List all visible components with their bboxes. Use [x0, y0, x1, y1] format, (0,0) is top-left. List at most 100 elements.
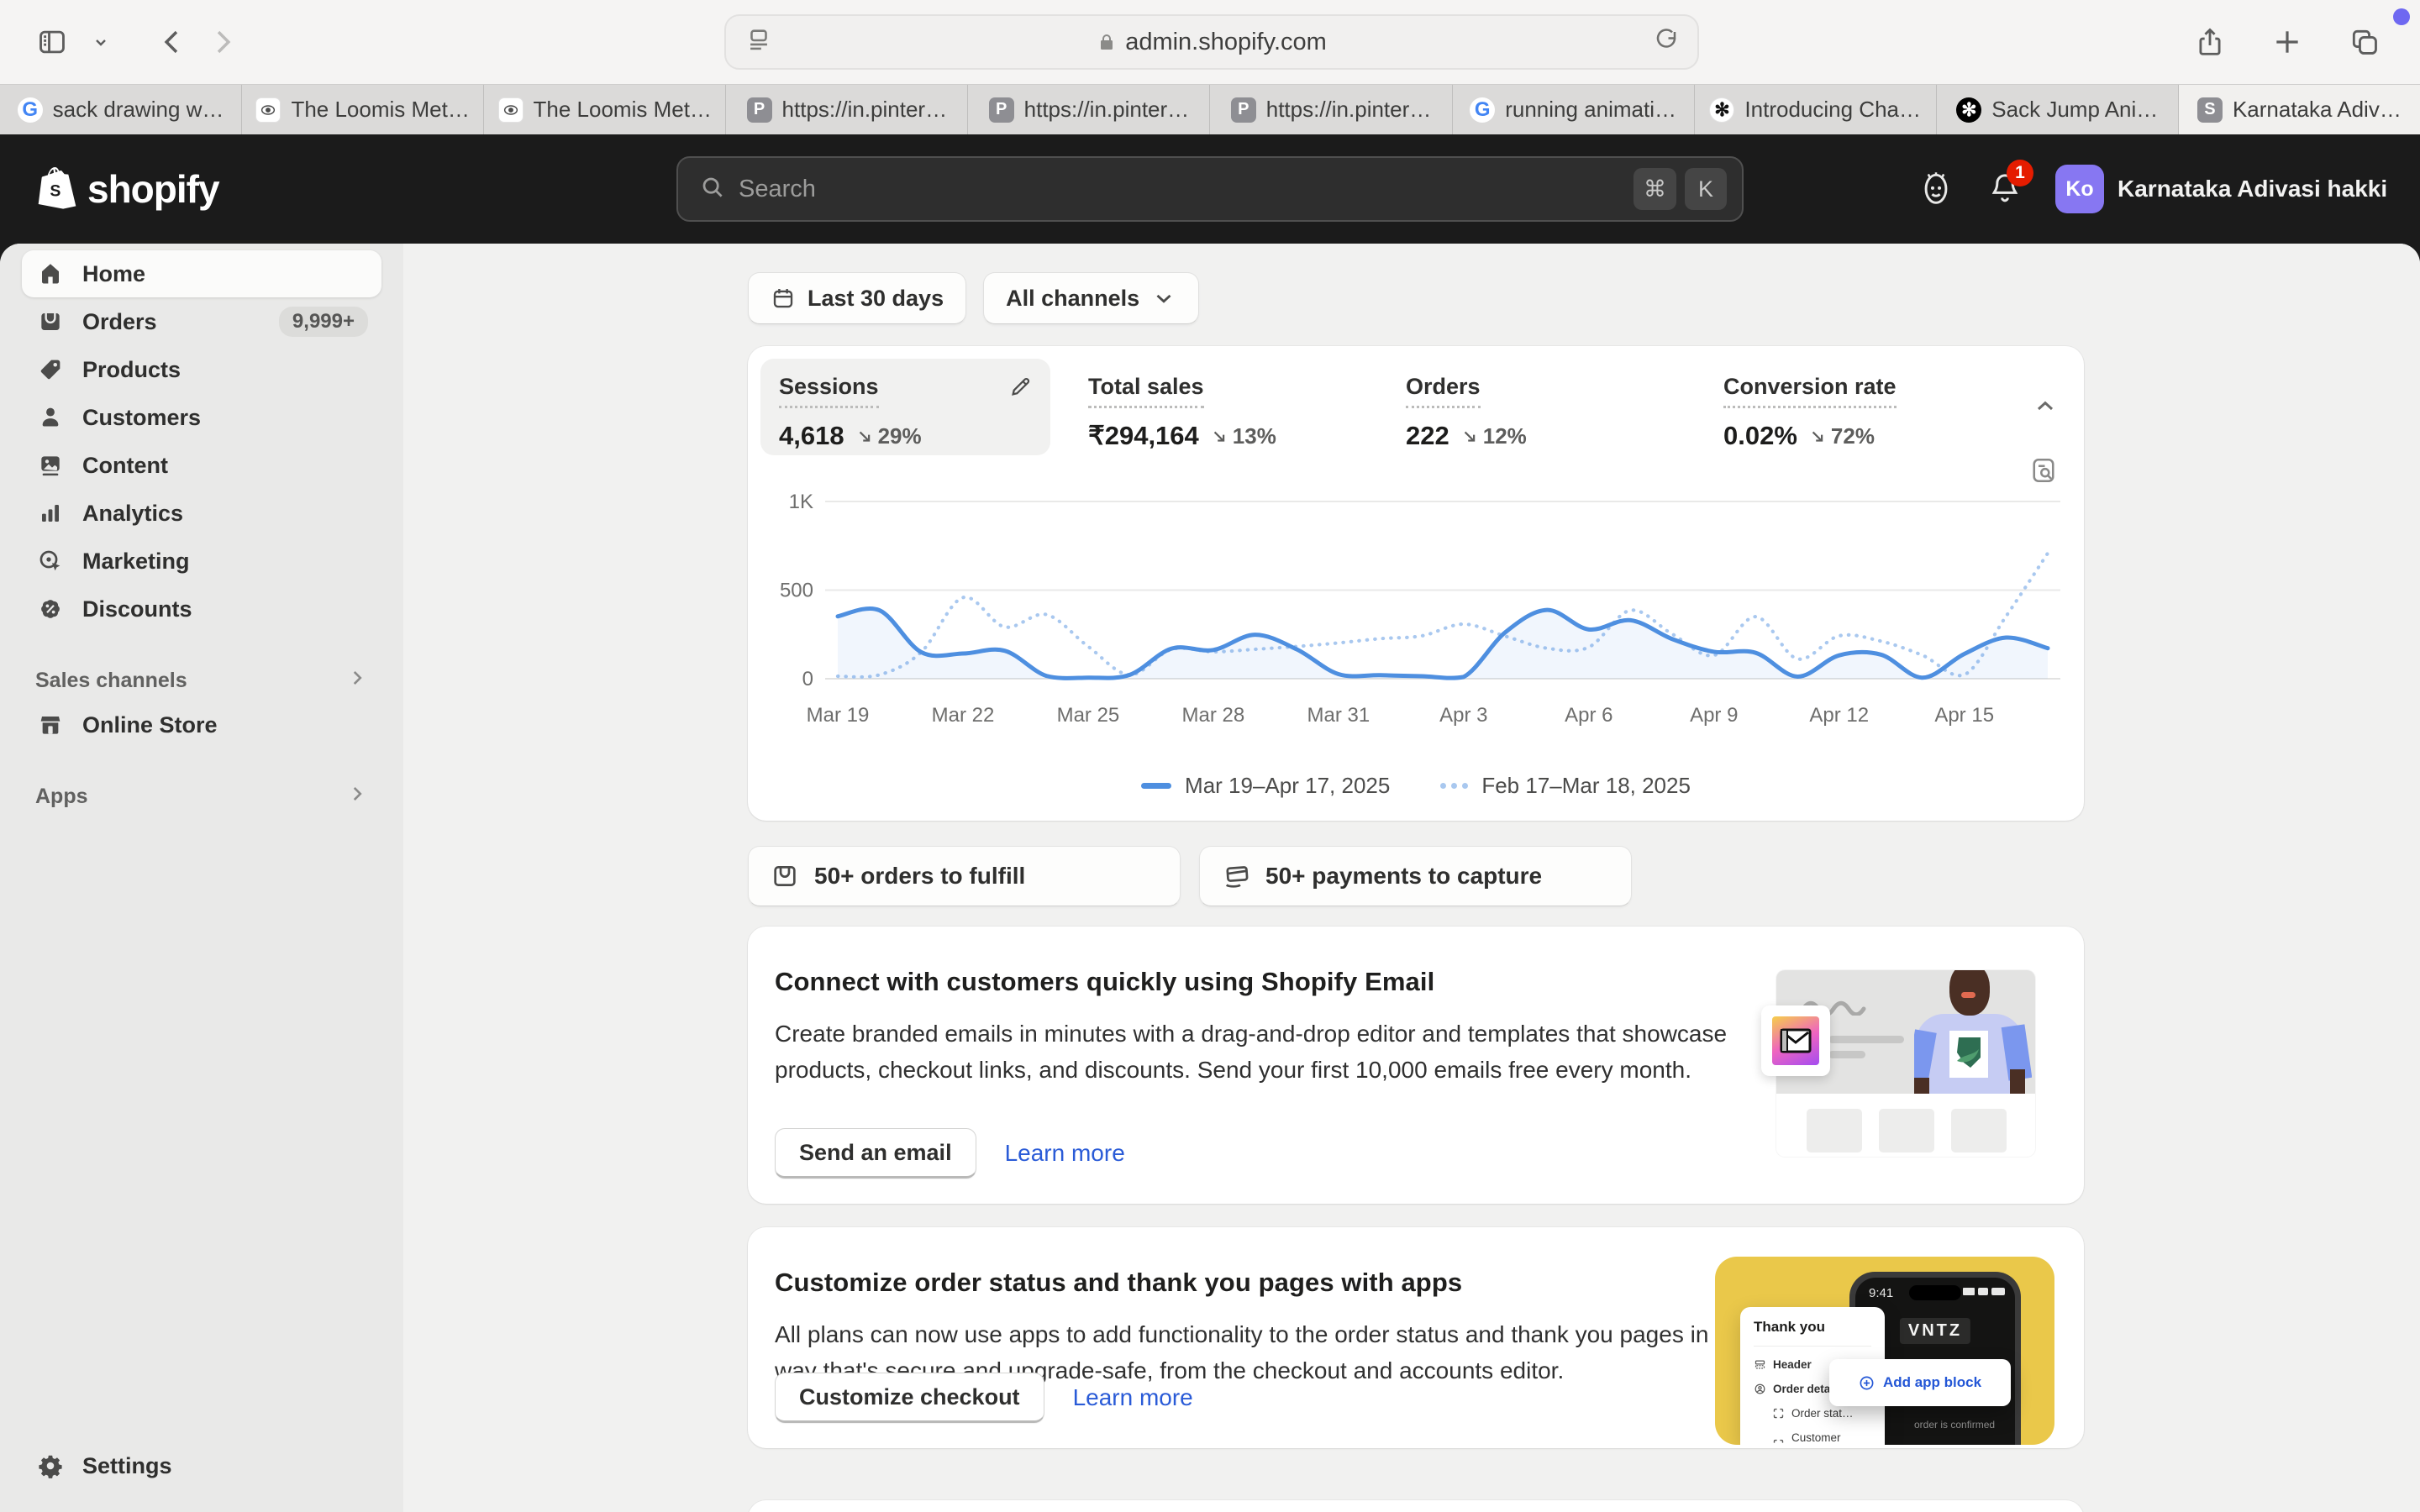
sidebar-item-customers[interactable]: Customers — [22, 394, 381, 441]
tab-pinterest-3[interactable]: Phttps://in.pinter… — [1210, 85, 1452, 134]
sessions-line-chart[interactable]: 05001KMar 19Mar 22Mar 25Mar 28Mar 31Apr … — [765, 485, 2067, 737]
sidebar-item-online-store[interactable]: Online Store — [22, 701, 381, 748]
main-content: Last 30 days All channels Sessions — [403, 244, 2420, 1512]
tag-icon — [35, 354, 66, 385]
k-keycap: K — [1685, 168, 1727, 210]
sidebar-nav: Home Orders 9,999+ Products Customers Co… — [0, 244, 403, 1512]
tab-sack-drawing[interactable]: Gsack drawing w… — [0, 85, 242, 134]
openai-icon: ✻ — [1709, 97, 1734, 123]
sidebar-section-sales-channels[interactable]: Sales channels — [22, 667, 381, 695]
trend-down-icon — [856, 427, 875, 445]
sidebar-item-marketing[interactable]: Marketing — [22, 538, 381, 585]
back-button[interactable] — [155, 24, 192, 60]
legend-previous-period: Feb 17–Mar 18, 2025 — [1440, 773, 1691, 799]
edit-metrics-icon[interactable] — [1008, 374, 1034, 403]
phone-brand-logo: VNTZ — [1900, 1318, 1970, 1344]
chevron-right-icon — [346, 667, 368, 695]
tab-overview-icon[interactable] — [2346, 24, 2383, 60]
shopify-topbar: S shopify Search ⌘ K 1 Ko Karnataka Ad — [0, 134, 2420, 244]
status-dot — [2393, 8, 2410, 25]
customize-checkout-button[interactable]: Customize checkout — [775, 1373, 1044, 1423]
svg-text:Mar 25: Mar 25 — [1057, 704, 1120, 727]
editor-row-order-status: Order stat… — [1772, 1407, 1885, 1420]
plus-circle-icon — [1859, 1375, 1875, 1391]
tab-sack-jump[interactable]: ✻Sack Jump Ani… — [1937, 85, 2179, 134]
metric-sessions[interactable]: Sessions 4,618 29% — [760, 359, 1050, 455]
svg-text:Apr 15: Apr 15 — [1934, 704, 1994, 727]
channel-filter-button[interactable]: All channels — [983, 272, 1199, 324]
dotted-line-swatch — [1440, 783, 1468, 789]
sidebar-item-home[interactable]: Home — [22, 250, 381, 297]
store-name: Karnataka Adivasi hakki … — [2118, 176, 2386, 202]
openai-icon: ✻ — [1956, 97, 1981, 123]
chevron-right-icon — [346, 783, 368, 811]
email-gradient-badge — [1761, 1005, 1830, 1076]
sidebar-item-discounts[interactable]: Discounts — [22, 585, 381, 633]
tab-karnataka-active[interactable]: SKarnataka Adiv… — [2179, 85, 2420, 134]
url-text: admin.shopify.com — [1125, 29, 1327, 56]
orders-count-badge: 9,999+ — [279, 307, 368, 337]
payments-to-capture-button[interactable]: 50+ payments to capture — [1199, 846, 1632, 906]
email-learn-more-link[interactable]: Learn more — [1005, 1140, 1125, 1167]
svg-text:Apr 6: Apr 6 — [1565, 704, 1612, 727]
target-cursor-icon — [35, 546, 66, 576]
reload-icon[interactable] — [1654, 28, 1679, 57]
person-illustration — [1914, 970, 2032, 1094]
sidebar-item-settings[interactable]: Settings — [22, 1442, 381, 1489]
forward-button — [203, 24, 240, 60]
orders-to-fulfill-button[interactable]: 50+ orders to fulfill — [748, 846, 1181, 906]
payment-capture-icon — [1222, 862, 1250, 890]
calendar-icon — [771, 286, 796, 311]
reader-mode-icon[interactable] — [744, 26, 773, 59]
tab-running-animation[interactable]: Grunning animati… — [1453, 85, 1695, 134]
order-confirmed-text: order is confirmed — [1914, 1419, 1995, 1431]
sidebar-menu-chevron-icon[interactable] — [82, 24, 119, 60]
sidebar-item-orders[interactable]: Orders 9,999+ — [22, 298, 381, 345]
search-input[interactable]: Search ⌘ K — [676, 156, 1744, 222]
notifications-bell-icon[interactable]: 1 — [1988, 170, 2022, 209]
p-badge-icon: P — [747, 97, 772, 123]
image-icon — [35, 450, 66, 480]
metric-orders[interactable]: Orders 222 12% — [1406, 359, 1723, 455]
sidebar-item-analytics[interactable]: Analytics — [22, 490, 381, 537]
tab-pinterest-2[interactable]: Phttps://in.pinter… — [968, 85, 1210, 134]
new-tab-icon[interactable] — [2269, 24, 2306, 60]
chevron-down-icon — [1151, 286, 1176, 311]
storefront-icon — [35, 710, 66, 740]
shopify-wordmark: shopify — [87, 166, 219, 212]
date-range-button[interactable]: Last 30 days — [748, 272, 966, 324]
metric-conversion-rate[interactable]: Conversion rate 0.02% 72% — [1723, 359, 2041, 455]
address-bar[interactable]: admin.shopify.com — [724, 14, 1699, 70]
phone-status-icons — [1963, 1288, 2005, 1295]
sidekick-assistant-icon[interactable] — [1918, 167, 1954, 212]
tab-loomis-1[interactable]: The Loomis Met… — [242, 85, 484, 134]
fulfillment-box-icon — [771, 862, 799, 890]
email-promo-card: Connect with customers quickly using Sho… — [748, 927, 2084, 1204]
checkout-learn-more-link[interactable]: Learn more — [1073, 1384, 1193, 1411]
legend-current-period: Mar 19–Apr 17, 2025 — [1141, 773, 1390, 799]
sidebar-item-products[interactable]: Products — [22, 346, 381, 393]
sidebar-item-content[interactable]: Content — [22, 442, 381, 489]
share-icon[interactable] — [2191, 24, 2228, 60]
sidebar-toggle-icon[interactable] — [34, 24, 71, 60]
solid-line-swatch — [1141, 783, 1171, 789]
account-menu[interactable]: Ko Karnataka Adivasi hakki … — [2055, 165, 2386, 213]
s-badge-icon: S — [2197, 97, 2223, 123]
metric-total-sales[interactable]: Total sales ₹294,164 13% — [1088, 359, 1406, 455]
email-card-body: Create branded emails in minutes with a … — [775, 1016, 1775, 1088]
filter-bar: Last 30 days All channels — [748, 272, 2420, 324]
tab-pinterest-1[interactable]: Phttps://in.pinter… — [726, 85, 968, 134]
bar-chart-icon — [35, 498, 66, 528]
sidebar-section-apps[interactable]: Apps — [22, 783, 381, 811]
browser-toolbar: admin.shopify.com — [0, 0, 2420, 84]
send-email-button[interactable]: Send an email — [775, 1128, 976, 1179]
tab-chatgpt[interactable]: ✻Introducing Cha… — [1695, 85, 1937, 134]
trend-down-icon — [1211, 427, 1229, 445]
collapse-chart-icon[interactable] — [2032, 392, 2059, 423]
admin-frame: Home Orders 9,999+ Products Customers Co… — [0, 244, 2420, 1512]
tab-loomis-2[interactable]: The Loomis Met… — [484, 85, 726, 134]
shopify-logo[interactable]: S shopify — [35, 165, 219, 213]
svg-text:S: S — [50, 182, 60, 201]
cmd-keycap: ⌘ — [1634, 168, 1676, 210]
svg-text:0: 0 — [802, 668, 813, 690]
